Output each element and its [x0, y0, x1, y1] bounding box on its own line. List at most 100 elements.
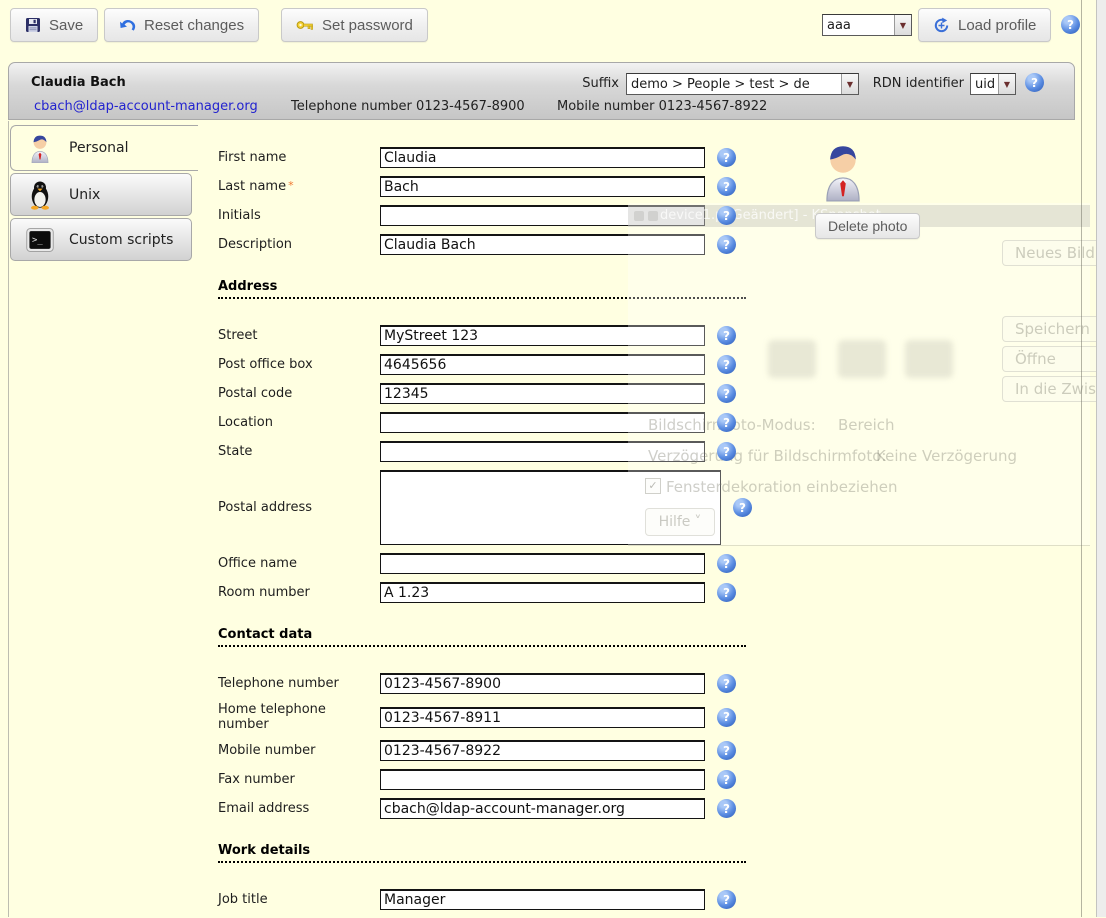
help-icon[interactable]: ? [733, 498, 752, 517]
help-icon[interactable]: ? [1025, 73, 1044, 92]
user-photo [820, 139, 866, 203]
postal-address-label: Postal address [218, 500, 380, 515]
reset-changes-label: Reset changes [144, 17, 244, 34]
help-icon[interactable]: ? [717, 384, 736, 403]
rdn-identifier-select[interactable]: uid ▼ [970, 73, 1016, 95]
set-password-button[interactable]: Set password [281, 8, 428, 42]
mobile-number-input[interactable] [380, 740, 705, 761]
delete-photo-label: Delete photo [828, 218, 907, 234]
sidebar-left-border [8, 121, 9, 917]
form-row: State? [218, 441, 748, 462]
rdn-identifier-label: RDN identifier [873, 76, 964, 91]
postal-address-input[interactable] [380, 470, 721, 545]
ghost-delay-value: Keine Verzögerung [876, 447, 1017, 465]
delete-photo-button[interactable]: Delete photo [815, 213, 920, 239]
ghost-mode-value: Bereich [838, 416, 895, 434]
email-address-label: Email address [218, 801, 380, 816]
last-name-input[interactable] [380, 176, 705, 197]
form-row: Post office box? [218, 354, 748, 375]
section-header-contact-data: Contact data [218, 627, 746, 647]
help-icon[interactable]: ? [717, 674, 736, 693]
ghost-window-right-edge [1081, 0, 1082, 917]
office-name-label: Office name [218, 556, 380, 571]
form-row: Mobile number? [218, 740, 748, 761]
help-icon[interactable]: ? [717, 890, 736, 909]
job-title-input[interactable] [380, 889, 705, 910]
help-icon[interactable]: ? [717, 326, 736, 345]
location-label: Location [218, 415, 380, 430]
ghost-new-image-button: Neues Bild [1002, 240, 1106, 266]
personal-form: First name?Last name*?Initials?Descripti… [218, 147, 748, 918]
help-icon[interactable]: ? [717, 583, 736, 602]
help-icon[interactable]: ? [1061, 15, 1080, 34]
header-mobile-label: Mobile number [557, 99, 655, 114]
form-row: Last name*? [218, 176, 748, 197]
save-floppy-icon [25, 17, 41, 33]
tab-custom-scripts[interactable]: >_ Custom scripts [10, 218, 192, 261]
postal-code-input[interactable] [380, 383, 705, 404]
help-icon[interactable]: ? [717, 235, 736, 254]
initials-input[interactable] [380, 205, 705, 226]
post-office-box-input[interactable] [380, 354, 705, 375]
ghost-save-button: Speichern [1002, 316, 1106, 342]
description-input[interactable] [380, 234, 705, 255]
save-label: Save [49, 17, 83, 34]
job-title-label: Job title [218, 892, 380, 907]
help-icon[interactable]: ? [717, 708, 736, 727]
help-icon[interactable]: ? [717, 148, 736, 167]
help-icon[interactable]: ? [717, 554, 736, 573]
first-name-input[interactable] [380, 147, 705, 168]
header-telephone: Telephone number 0123-4567-8900 [291, 99, 525, 114]
postal-code-label: Postal code [218, 386, 380, 401]
last-name-label: Last name* [218, 179, 380, 194]
reload-circle-icon [933, 17, 950, 34]
telephone-number-input[interactable] [380, 673, 705, 694]
room-number-label: Room number [218, 585, 380, 600]
room-number-input[interactable] [380, 582, 705, 603]
help-icon[interactable]: ? [717, 177, 736, 196]
help-icon[interactable]: ? [717, 741, 736, 760]
reset-changes-button[interactable]: Reset changes [104, 8, 259, 42]
ghost-thumbnail [768, 340, 816, 378]
profile-select[interactable]: aaa ▼ [822, 14, 912, 36]
street-input[interactable] [380, 325, 705, 346]
office-name-input[interactable] [380, 553, 705, 574]
fax-number-label: Fax number [218, 772, 380, 787]
state-label: State [218, 444, 380, 459]
help-icon[interactable]: ? [717, 206, 736, 225]
help-icon[interactable]: ? [717, 355, 736, 374]
help-icon[interactable]: ? [717, 770, 736, 789]
email-address-input[interactable] [380, 798, 705, 819]
scrollbar-track [1096, 0, 1106, 917]
email-link[interactable]: cbach@ldap-account-manager.org [34, 99, 258, 114]
ghost-open-button: Öffne [1002, 346, 1106, 372]
tab-personal[interactable]: Personal [10, 125, 198, 171]
help-icon[interactable]: ? [717, 799, 736, 818]
undo-arrow-icon [119, 18, 136, 33]
home-telephone-number-label: Home telephone number [218, 702, 380, 732]
work-fields: Job title? [218, 889, 748, 910]
fax-number-input[interactable] [380, 769, 705, 790]
home-telephone-number-input[interactable] [380, 707, 705, 728]
header-telephone-label: Telephone number [291, 99, 412, 114]
initials-label: Initials [218, 208, 380, 223]
load-profile-button[interactable]: Load profile [918, 8, 1051, 42]
help-icon[interactable]: ? [717, 442, 736, 461]
telephone-number-label: Telephone number [218, 676, 380, 691]
form-row: Email address? [218, 798, 748, 819]
required-asterisk: * [288, 179, 294, 192]
toolbar: Save Reset changes Set password aaa ▼ Lo… [0, 0, 1106, 56]
tab-unix[interactable]: Unix [10, 173, 192, 216]
suffix-select[interactable]: demo > People > test > de ▼ [626, 73, 859, 95]
svg-text:>_: >_ [32, 235, 43, 245]
street-label: Street [218, 328, 380, 343]
form-row: Postal address? [218, 470, 748, 545]
form-row: Room number? [218, 582, 748, 603]
save-button[interactable]: Save [10, 8, 98, 42]
state-input[interactable] [380, 441, 705, 462]
ghost-clipboard-button: In die Zwischen [1002, 376, 1106, 402]
tab-personal-label: Personal [69, 140, 129, 156]
suffix-select-value: demo > People > test > de [627, 77, 841, 92]
location-input[interactable] [380, 412, 705, 433]
help-icon[interactable]: ? [717, 413, 736, 432]
